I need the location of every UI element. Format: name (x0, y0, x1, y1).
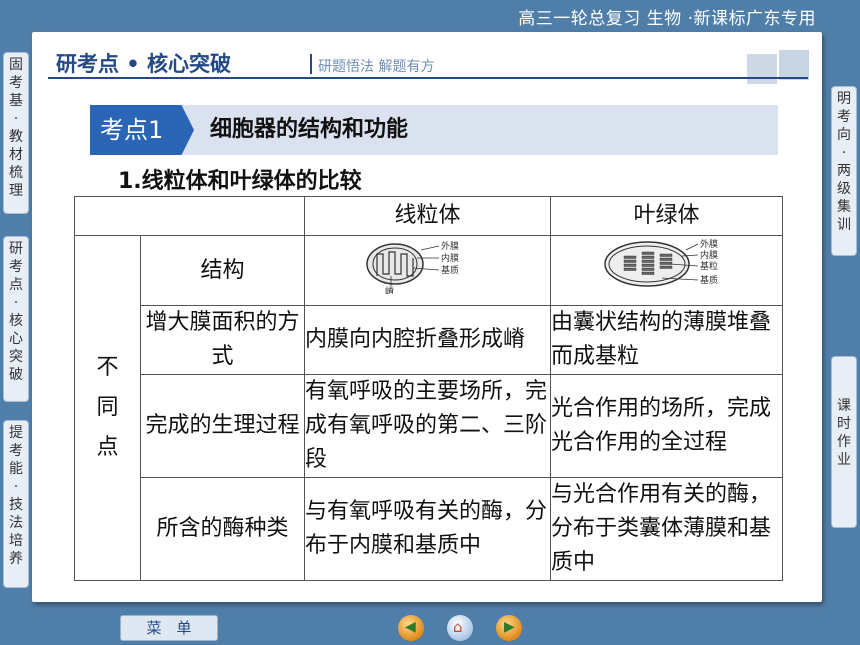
header-subtitle: 研题悟法 解题有方 (318, 59, 435, 75)
col-header-mitochondria: 线粒体 (304, 196, 551, 236)
table-row: 完成的生理过程 有氧呼吸的主要场所，完成有氧呼吸的第二、三阶段 光合作用的场所，… (75, 374, 783, 478)
mito-enzymes-cell: 与有氧呼吸有关的酶，分布于内膜和基质中 (304, 477, 551, 581)
left-tab-core[interactable]: 研考点·核心突破 (3, 236, 29, 402)
slide-content: 研考点 • 核心突破 研题悟法 解题有方 考点1 细胞器的结构和功能 1.线粒体… (32, 32, 822, 602)
top-title: 高三一轮总复习 生物 ·新课标广东专用 (518, 9, 816, 29)
left-tab-skills[interactable]: 提考能·技法培养 (3, 420, 29, 588)
prev-arrow-icon: ◀ (405, 619, 416, 635)
home-icon: ⌂ (453, 618, 463, 636)
chloro-label-stroma: 基质 (700, 274, 718, 286)
kaodian-banner: 考点1 细胞器的结构和功能 (90, 105, 778, 155)
header-divider (310, 54, 312, 74)
chloro-label-outer: 外膜 (700, 238, 718, 250)
menu-button[interactable]: 菜 单 (120, 615, 218, 641)
header-underline (48, 77, 808, 79)
chloro-label-granum: 基粒 (700, 260, 718, 272)
table-row: 增大膜面积的方式 内膜向内腔折叠形成嵴 由囊状结构的薄膜堆叠而成基粒 (75, 305, 783, 375)
right-tab-exam-label: 明考向·两级集训 (837, 91, 851, 233)
mito-process-cell: 有氧呼吸的主要场所，完成有氧呼吸的第二、三阶段 (304, 374, 551, 478)
nav-next-button[interactable]: ▶ (496, 615, 522, 641)
mito-label-crista: 嵴 (385, 285, 394, 294)
left-tab-basics[interactable]: 固考基·教材梳理 (3, 52, 29, 214)
chloroplast-diagram: 外膜 内膜 基粒 基质 (550, 235, 783, 306)
side-label-different-points: 不同点 (74, 235, 141, 581)
mitochondria-diagram: 外膜 内膜 基质 嵴 (304, 235, 551, 306)
right-tab-exam[interactable]: 明考向·两级集训 (831, 86, 857, 256)
right-tab-homework-label: 课时作业 (837, 398, 851, 468)
mitochondria-diagram-icon: 外膜 内膜 基质 嵴 (365, 240, 459, 297)
table-row: 不同点 结构 外膜 内膜 基质 嵴 外膜 内膜 基粒 基质 (74, 235, 783, 581)
nav-home-button[interactable]: ⌂ (447, 615, 473, 641)
next-arrow-icon: ▶ (504, 619, 515, 635)
row-label-enzymes: 所含的酶种类 (140, 477, 305, 581)
mito-label-outer: 外膜 (441, 240, 459, 252)
col-header-chloroplast: 叶绿体 (550, 196, 783, 236)
mito-label-inner: 内膜 (441, 252, 459, 264)
left-tab-skills-label: 提考能·技法培养 (9, 425, 23, 567)
kaodian-title: 细胞器的结构和功能 (210, 117, 409, 142)
mito-label-matrix: 基质 (441, 264, 459, 276)
left-tab-basics-label: 固考基·教材梳理 (9, 57, 23, 199)
header-row: 研考点 • 核心突破 研题悟法 解题有方 (48, 44, 809, 84)
section-title: 1.线粒体和叶绿体的比较 (118, 169, 362, 194)
comparison-table: 线粒体 叶绿体 不同点 结构 外膜 内膜 基质 嵴 外膜 内膜 基粒 基质 增大… (74, 196, 783, 581)
nav-prev-button[interactable]: ◀ (398, 615, 424, 641)
kaodian-tag: 考点1 (90, 105, 194, 155)
chloroplast-diagram-icon: 外膜 内膜 基粒 基质 (603, 238, 718, 287)
chloro-label-inner: 内膜 (700, 249, 718, 261)
chloro-process-cell: 光合作用的场所，完成光合作用的全过程 (550, 374, 783, 478)
table-row: 所含的酶种类 与有氧呼吸有关的酶，分布于内膜和基质中 与光合作用有关的酶，分布于… (75, 477, 783, 581)
header-main-title: 研考点 • 核心突破 (56, 52, 232, 76)
right-tab-homework[interactable]: 课时作业 (831, 356, 857, 528)
row-label-structure: 结构 (140, 235, 305, 306)
left-tab-core-label: 研考点·核心突破 (9, 241, 23, 383)
row-label-process: 完成的生理过程 (140, 374, 305, 478)
mito-membrane-cell: 内膜向内腔折叠形成嵴 (304, 305, 551, 375)
table-header-row: 线粒体 叶绿体 (74, 196, 783, 236)
row-label-membrane: 增大膜面积的方式 (140, 305, 305, 375)
chloro-membrane-cell: 由囊状结构的薄膜堆叠而成基粒 (550, 305, 783, 375)
table-corner-cell (74, 196, 305, 236)
chloro-enzymes-cell: 与光合作用有关的酶，分布于类囊体薄膜和基质中 (550, 477, 783, 581)
side-label-text: 不同点 (96, 355, 119, 460)
